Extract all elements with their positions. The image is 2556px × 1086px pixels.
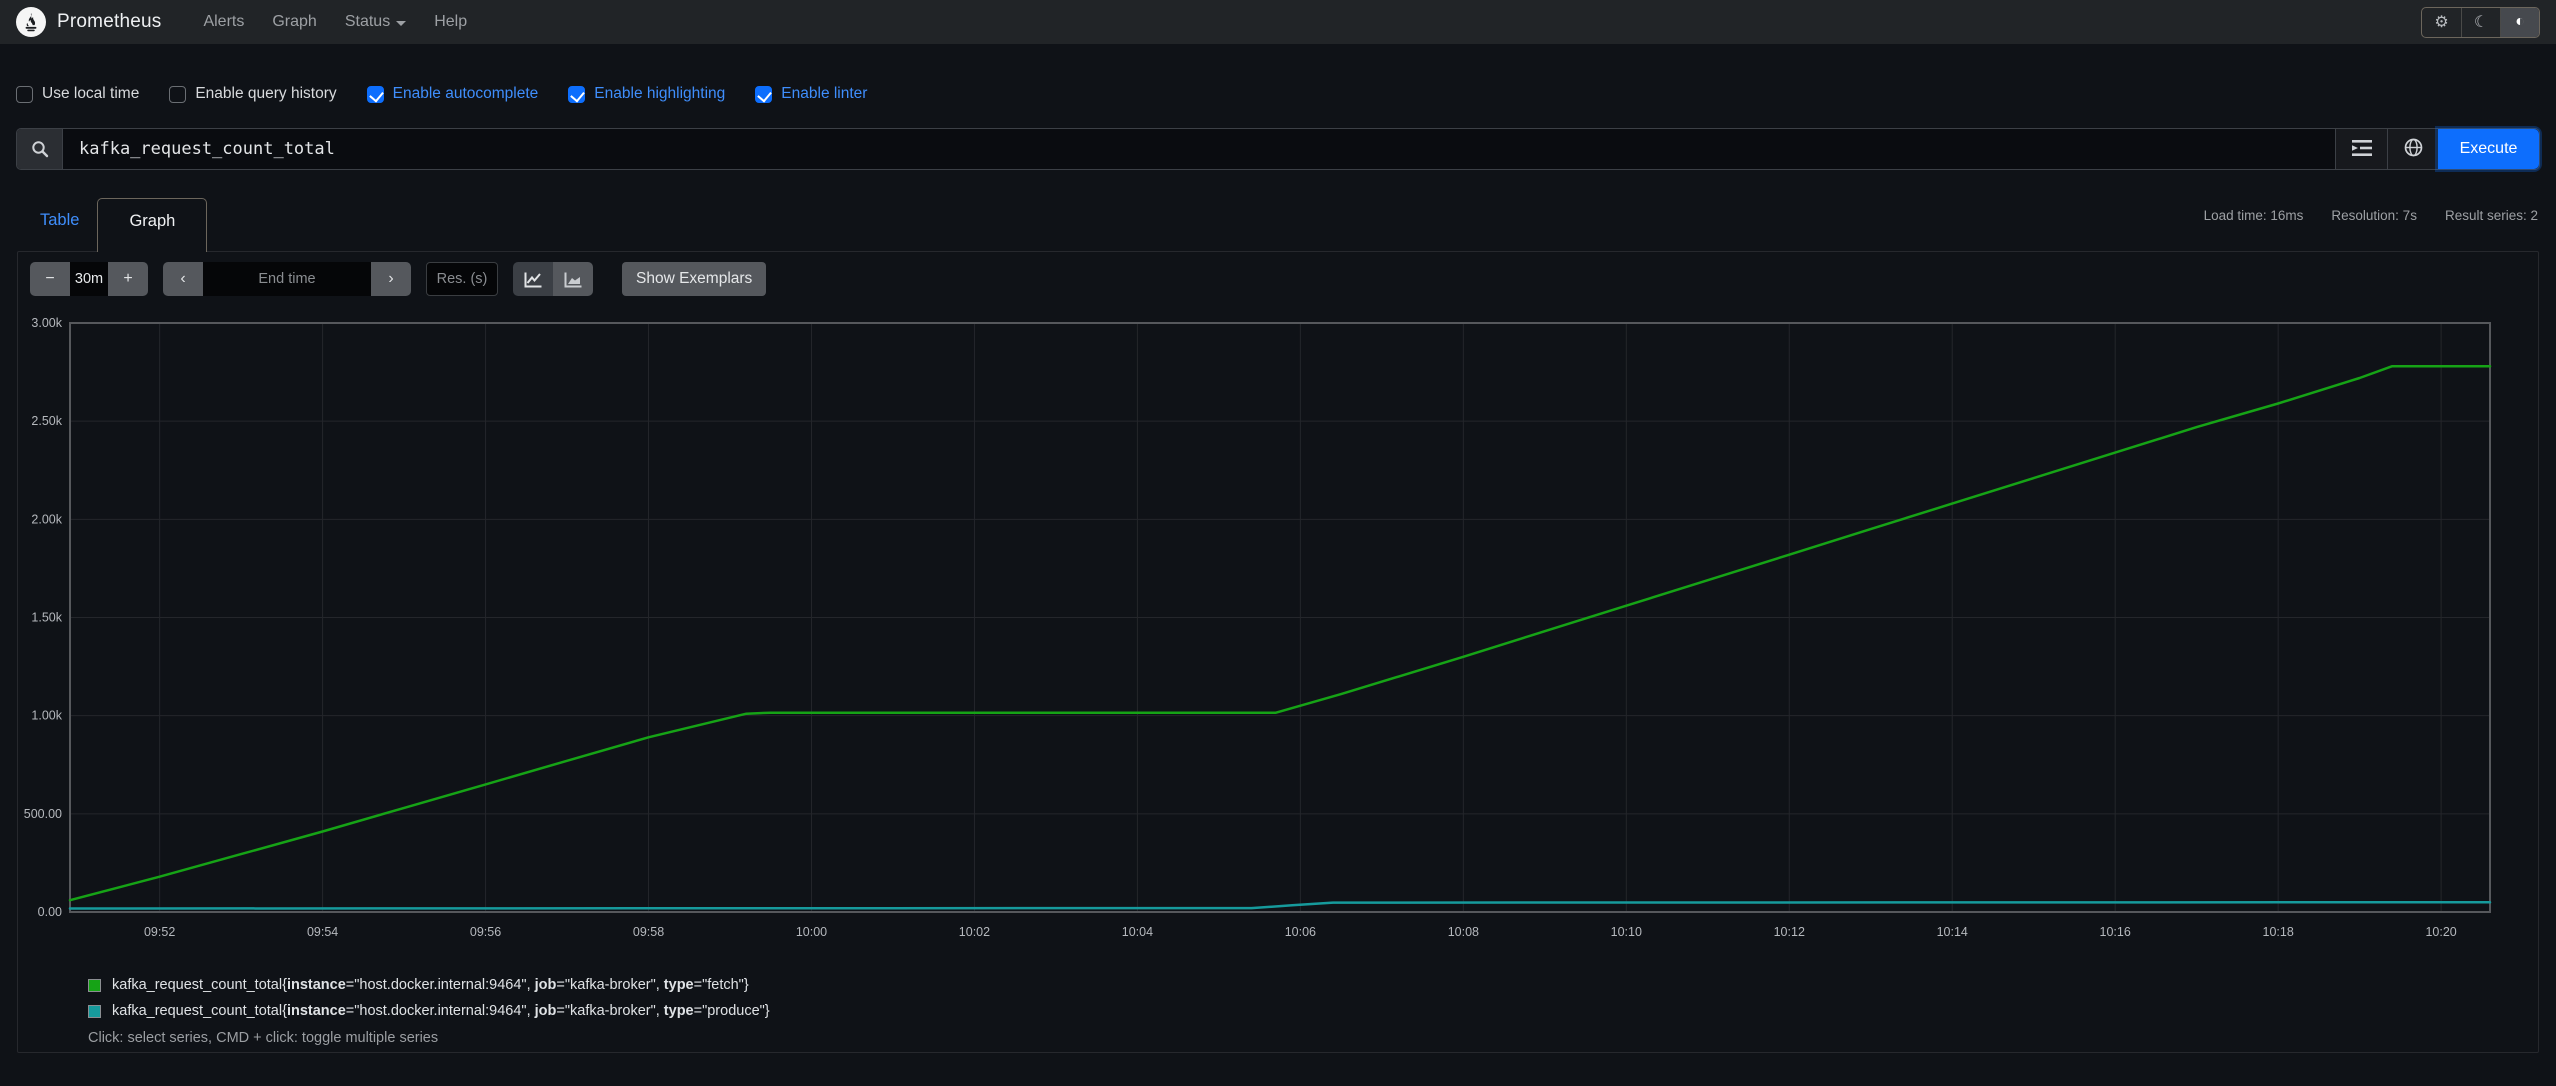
globe-icon xyxy=(2404,138,2423,160)
svg-text:10:06: 10:06 xyxy=(1285,925,1316,939)
svg-text:09:56: 09:56 xyxy=(470,925,501,939)
svg-text:10:02: 10:02 xyxy=(959,925,990,939)
svg-text:09:54: 09:54 xyxy=(307,925,338,939)
series-label: kafka_request_count_total{instance="host… xyxy=(112,977,749,993)
range-decrease-button[interactable]: − xyxy=(30,262,70,296)
legend: kafka_request_count_total{instance="host… xyxy=(88,972,2534,1046)
legend-item-produce[interactable]: kafka_request_count_total{instance="host… xyxy=(88,998,2534,1024)
nav-links: Alerts Graph Status Help xyxy=(191,5,479,39)
execute-button[interactable]: Execute xyxy=(2438,129,2539,169)
use-local-time-checkbox[interactable] xyxy=(16,85,33,103)
theme-toggle-group: ⚙ ☾ ◐ xyxy=(2421,6,2540,38)
svg-text:09:52: 09:52 xyxy=(144,925,175,939)
svg-text:09:58: 09:58 xyxy=(633,925,664,939)
svg-text:0.00: 0.00 xyxy=(38,905,62,919)
enable-query-history-option: Enable query history xyxy=(169,85,337,103)
time-back-button[interactable]: ‹ xyxy=(163,262,203,296)
stacked-chart-button[interactable] xyxy=(553,262,593,296)
query-options-row: Use local time Enable query history Enab… xyxy=(16,80,2540,108)
svg-text:10:20: 10:20 xyxy=(2425,925,2456,939)
globe-button[interactable] xyxy=(2387,129,2439,169)
end-time-picker: ‹ › xyxy=(163,262,411,296)
graph-canvas: 0.00 500.00 1.00k 1.50k 2.00k 2.50k 3.00k 09:52… xyxy=(24,316,2492,939)
svg-text:10:10: 10:10 xyxy=(1611,925,1642,939)
time-forward-button[interactable]: › xyxy=(371,262,411,296)
query-stats: Load time: 16ms Resolution: 7s Result se… xyxy=(2204,208,2540,223)
svg-text:10:14: 10:14 xyxy=(1937,925,1968,939)
minus-icon: − xyxy=(45,270,55,287)
svg-text:10:08: 10:08 xyxy=(1448,925,1479,939)
svg-text:1.50k: 1.50k xyxy=(31,611,62,625)
enable-linter-option: Enable linter xyxy=(755,85,867,103)
series-swatch xyxy=(88,978,101,992)
chevron-right-icon: › xyxy=(388,270,394,287)
line-chart-button[interactable] xyxy=(513,262,553,296)
tabs-row: Table Graph Load time: 16ms Resolution: … xyxy=(16,198,2540,252)
tab-graph[interactable]: Graph xyxy=(97,198,208,252)
svg-text:500.00: 500.00 xyxy=(24,807,62,821)
legend-hint: Click: select series, CMD + click: toggl… xyxy=(88,1030,439,1046)
range-input[interactable] xyxy=(70,262,108,296)
nav-link-graph[interactable]: Graph xyxy=(260,5,328,39)
nav-link-alerts[interactable]: Alerts xyxy=(191,5,256,39)
prometheus-brand[interactable]: Prometheus xyxy=(16,7,161,37)
search-icon xyxy=(17,129,63,169)
series-swatch xyxy=(88,1004,101,1018)
moon-icon: ☾ xyxy=(2473,14,2489,31)
load-time-stat: Load time: 16ms xyxy=(2203,208,2304,223)
enable-linter-checkbox[interactable] xyxy=(755,85,773,103)
prometheus-logo-icon xyxy=(16,7,46,37)
gear-icon: ⚙ xyxy=(2434,14,2449,31)
line-chart-icon xyxy=(524,271,543,288)
area-chart-icon xyxy=(564,271,583,288)
query-bar: Execute xyxy=(16,128,2540,170)
svg-text:10:04: 10:04 xyxy=(1122,925,1153,939)
enable-highlighting-checkbox[interactable] xyxy=(568,85,586,103)
chart-type-toggle xyxy=(513,262,593,296)
theme-dark-button[interactable]: ☾ xyxy=(2461,7,2500,37)
nav-link-help[interactable]: Help xyxy=(422,5,479,39)
tab-table[interactable]: Table xyxy=(16,198,97,230)
svg-text:10:00: 10:00 xyxy=(796,925,827,939)
chevron-down-icon xyxy=(396,20,407,26)
legend-item-fetch[interactable]: kafka_request_count_total{instance="host… xyxy=(88,972,2534,998)
svg-text:10:12: 10:12 xyxy=(1774,925,1805,939)
metrics-explorer-icon xyxy=(2351,139,2372,160)
navbar: Prometheus Alerts Graph Status Help ⚙ ☾ … xyxy=(0,0,2556,44)
metrics-explorer-button[interactable] xyxy=(2335,129,2387,169)
end-time-input[interactable] xyxy=(203,262,371,296)
series-label: kafka_request_count_total{instance="host… xyxy=(112,1003,770,1019)
graph-toolbar: − + ‹ › Show Exemplars xyxy=(30,262,2534,296)
nav-link-status[interactable]: Status xyxy=(333,5,418,39)
svg-text:10:16: 10:16 xyxy=(2100,925,2131,939)
enable-autocomplete-option: Enable autocomplete xyxy=(366,85,538,103)
result-series-stat: Result series: 2 xyxy=(2444,208,2538,223)
svg-text:3.00k: 3.00k xyxy=(31,316,62,330)
circle-half-icon: ◐ xyxy=(2515,13,2525,30)
graph-panel: − + ‹ › Show Exemplars 0.00500.001.00 xyxy=(17,251,2539,1053)
app-title: Prometheus xyxy=(57,11,162,32)
chevron-left-icon: ‹ xyxy=(180,270,186,287)
theme-settings-button[interactable]: ⚙ xyxy=(2422,8,2461,37)
svg-text:1.00k: 1.00k xyxy=(31,709,62,723)
range-stepper: − + xyxy=(30,262,148,296)
svg-text:2.50k: 2.50k xyxy=(31,414,62,428)
query-input[interactable] xyxy=(63,129,2335,169)
plus-icon: + xyxy=(123,270,133,287)
theme-auto-button[interactable]: ◐ xyxy=(2500,7,2539,37)
graph-area[interactable]: 0.00 500.00 1.00k 1.50k 2.00k 2.50k 3.00k 09:52… xyxy=(22,315,2534,960)
resolution-input[interactable] xyxy=(426,262,498,296)
svg-text:10:18: 10:18 xyxy=(2263,925,2294,939)
use-local-time-option: Use local time xyxy=(16,85,139,103)
enable-autocomplete-checkbox[interactable] xyxy=(366,85,384,103)
show-exemplars-button[interactable]: Show Exemplars xyxy=(622,262,767,296)
resolution-stat: Resolution: 7s xyxy=(2331,208,2417,223)
enable-query-history-checkbox[interactable] xyxy=(169,85,187,103)
svg-text:2.00k: 2.00k xyxy=(31,512,62,526)
enable-highlighting-option: Enable highlighting xyxy=(568,85,725,103)
range-increase-button[interactable]: + xyxy=(108,262,148,296)
